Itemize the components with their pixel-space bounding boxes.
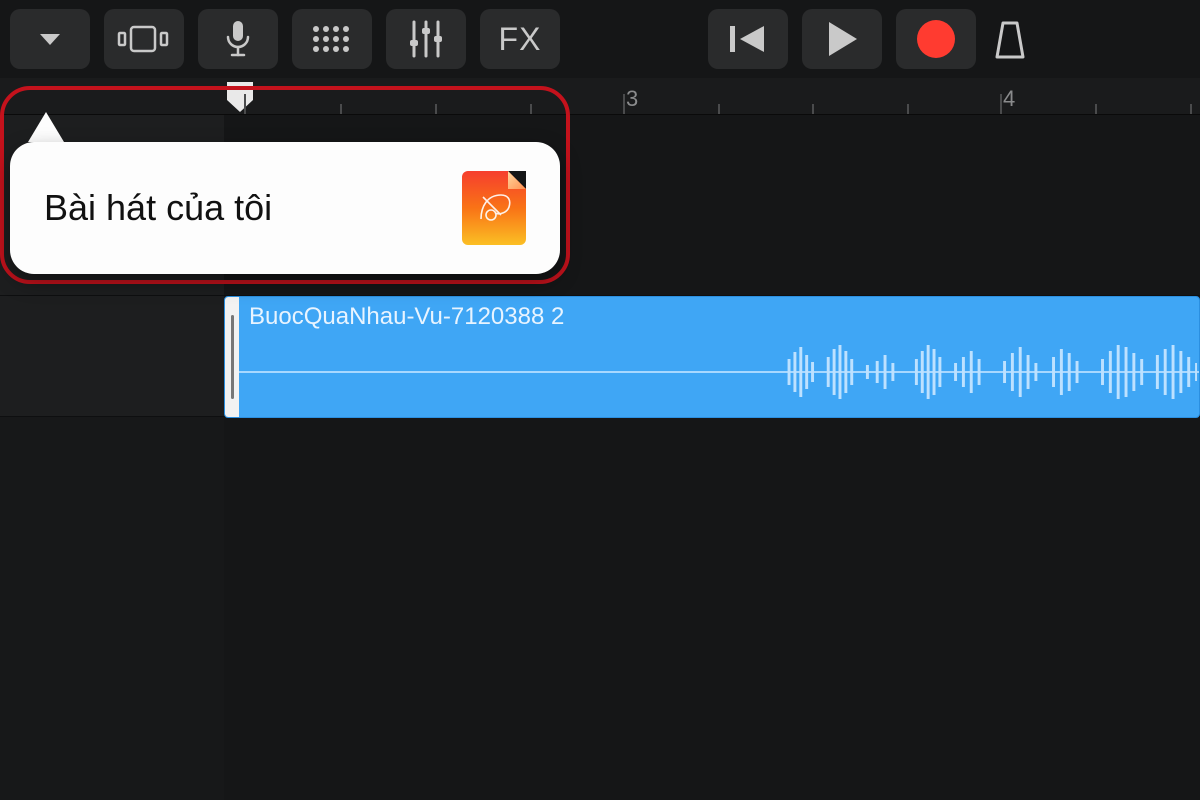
ruler-marker-3: 3 bbox=[626, 86, 638, 112]
toolbar: FX bbox=[0, 0, 1200, 78]
tracks-view-button[interactable] bbox=[104, 9, 184, 69]
record-button[interactable] bbox=[896, 9, 976, 69]
grid-keyboard-button[interactable] bbox=[292, 9, 372, 69]
audio-region[interactable]: BuocQuaNhau-Vu-7120388 2 bbox=[224, 296, 1200, 418]
track-row-audio[interactable]: BuocQuaNhau-Vu-7120388 2 bbox=[0, 296, 1200, 417]
play-button[interactable] bbox=[802, 9, 882, 69]
waveform bbox=[239, 337, 1199, 407]
ruler-marker-4: 4 bbox=[1003, 86, 1015, 112]
metronome-icon[interactable] bbox=[990, 9, 1030, 69]
my-songs-popover-highlight: Bài hát của tôi bbox=[0, 86, 570, 284]
garageband-file-icon bbox=[462, 171, 526, 245]
dropdown-button[interactable] bbox=[10, 9, 90, 69]
popover-arrow bbox=[28, 112, 64, 142]
rewind-button[interactable] bbox=[708, 9, 788, 69]
microphone-button[interactable] bbox=[198, 9, 278, 69]
fx-button[interactable]: FX bbox=[480, 9, 560, 69]
popover-title: Bài hát của tôi bbox=[44, 187, 272, 229]
region-trim-handle[interactable] bbox=[225, 297, 239, 417]
tracks-empty-area bbox=[0, 417, 1200, 800]
my-songs-popover[interactable]: Bài hát của tôi bbox=[10, 142, 560, 274]
mixer-sliders-button[interactable] bbox=[386, 9, 466, 69]
region-label: BuocQuaNhau-Vu-7120388 2 bbox=[249, 303, 564, 331]
